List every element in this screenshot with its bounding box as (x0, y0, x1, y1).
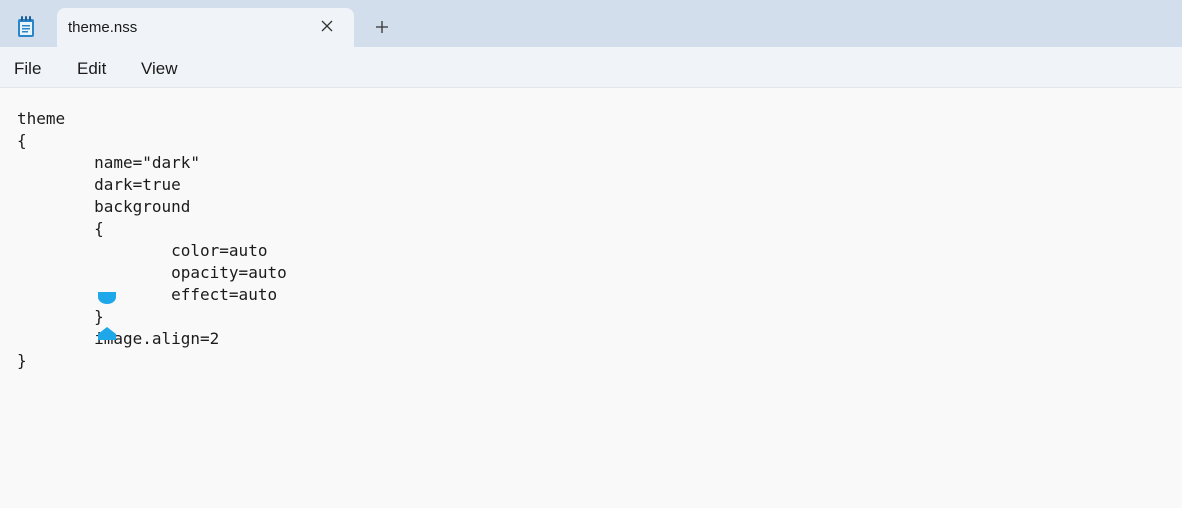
code-line: } (17, 351, 27, 370)
code-line: } (17, 307, 104, 326)
tab-title: theme.nss (68, 19, 138, 36)
code-line: image.align=2 (17, 329, 220, 348)
code-line: background (17, 197, 191, 216)
code-line: name="dark" (17, 153, 201, 172)
code-line: effect=auto (17, 285, 278, 304)
code-line: color=auto (17, 241, 268, 260)
tab-theme-nss[interactable]: theme.nss (57, 8, 354, 47)
menu-file[interactable]: File (14, 59, 41, 79)
code-line: { (17, 219, 104, 238)
code-line: opacity=auto (17, 263, 287, 282)
close-icon[interactable] (320, 19, 334, 33)
plus-icon[interactable] (374, 19, 390, 35)
menu-edit[interactable]: Edit (77, 59, 106, 79)
selection-handle-start-icon[interactable] (97, 291, 117, 305)
code-line: { (17, 131, 27, 150)
code-line: dark=true (17, 175, 181, 194)
menu-view[interactable]: View (141, 59, 178, 79)
notepad-icon (18, 16, 34, 37)
code-line: theme (17, 109, 66, 128)
selection-handle-end-icon[interactable] (97, 327, 117, 341)
title-bar: theme.nss (0, 0, 1182, 47)
text-editor[interactable]: theme { name="dark" dark=true background… (0, 88, 1182, 508)
menu-bar: File Edit View (0, 47, 1182, 88)
